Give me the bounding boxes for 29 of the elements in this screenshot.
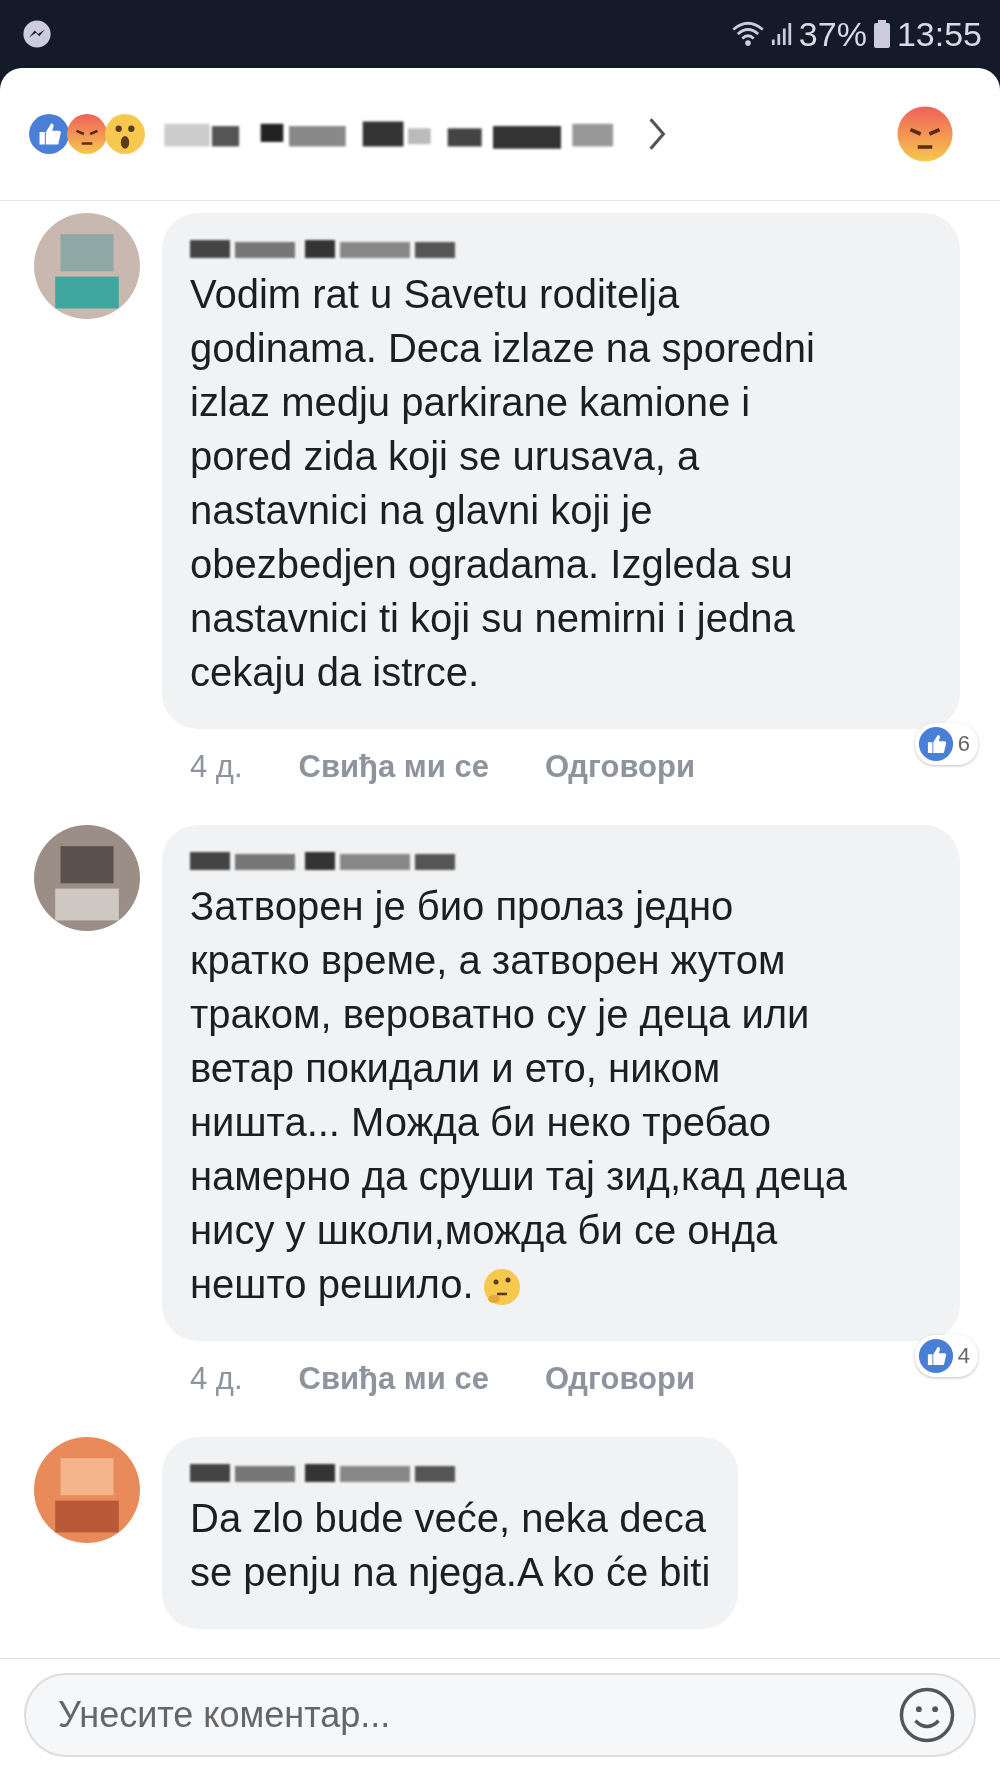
like-count: 6 <box>957 731 970 757</box>
like-count-badge[interactable]: 6 <box>914 723 978 765</box>
angry-reaction-icon[interactable] <box>896 105 954 163</box>
like-reaction-icon[interactable] <box>28 113 70 155</box>
signal-icon <box>770 20 793 48</box>
reply-link[interactable]: Одговори <box>544 1361 695 1397</box>
emoji-icon[interactable] <box>898 1686 956 1744</box>
messenger-icon <box>20 17 54 51</box>
angry-reaction-icon[interactable] <box>66 113 108 155</box>
comment-time: 4 д. <box>190 1361 243 1397</box>
battery-icon <box>872 19 891 49</box>
avatar[interactable] <box>34 1437 140 1543</box>
comment-input[interactable]: Унесите коментар... <box>24 1673 976 1757</box>
comment-text: Vodim rat u Savetu roditelja godinama. Deca izlaze na sporedni izlaz medju parkirane kamione i pored zida koji se urusava, a nastavnici na glavni koji je obezbedjen ogradama. Izgleda su nastavnici ti koji su nemirni i jedna cekaju da istrce. <box>190 271 816 696</box>
like-link[interactable]: Свиђа ми се <box>298 1361 489 1397</box>
battery-percent: 37% <box>798 14 867 54</box>
comment-time: 4 д. <box>190 749 243 785</box>
comment-text: Da zlo bude veće, neka deca se penju na njega.A ko će biti <box>190 1495 711 1596</box>
wow-reaction-icon[interactable] <box>104 113 146 155</box>
like-icon <box>917 1338 954 1374</box>
like-count: 4 <box>957 1343 970 1369</box>
avatar[interactable] <box>34 825 140 931</box>
wifi-icon <box>730 20 765 48</box>
reply-link[interactable]: Одговори <box>544 749 695 785</box>
clock: 13:55 <box>896 14 982 54</box>
like-icon <box>917 726 954 762</box>
comment-text: Затворен је био пролаз једно кратко време, а затворен жутом траком, вероватно су је деца или ветар покидали и ето, ником ништа... Можда би неко требао намерно да сруши тај зид,кад деца нису у школи,можда би се онда нешто решило. <box>190 883 848 1310</box>
like-count-badge[interactable]: 4 <box>914 1335 978 1377</box>
like-link[interactable]: Свиђа ми се <box>298 749 489 785</box>
